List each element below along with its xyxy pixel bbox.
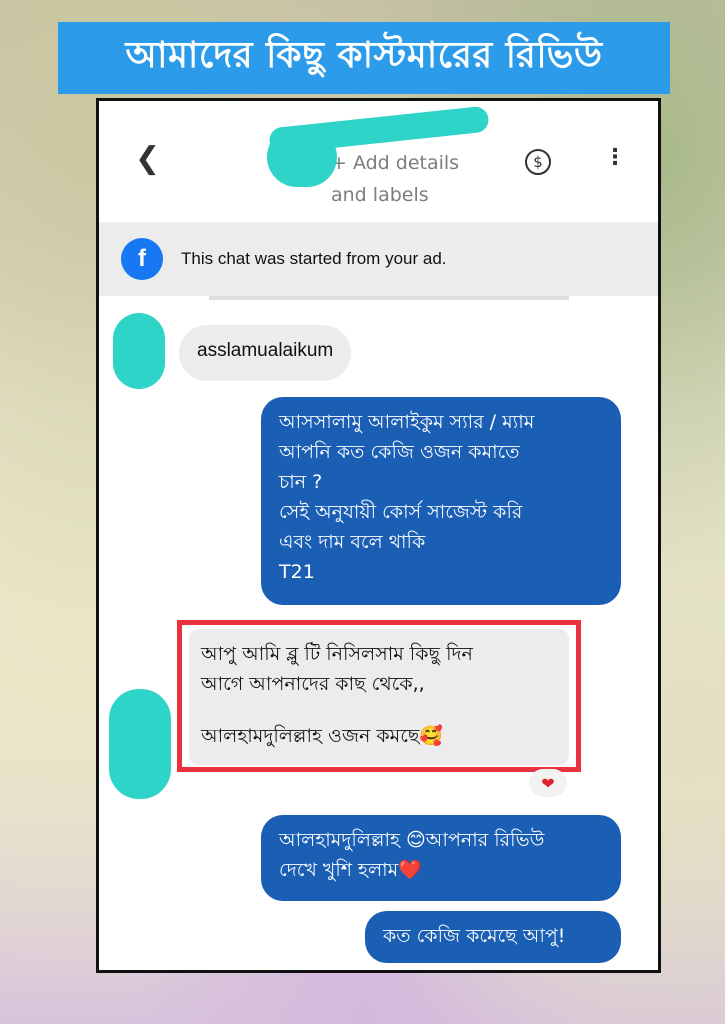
message-outgoing: কত কেজি কমেছে আপু! — [365, 911, 621, 963]
add-details-line2: and labels — [331, 184, 429, 206]
highlight-box — [177, 620, 581, 772]
chevron-left-icon[interactable]: ❮ — [135, 141, 160, 176]
message-line: সেই অনুযায়ী কোর্স সাজেস্ট করি — [279, 501, 523, 523]
message-line: T21 — [279, 561, 315, 583]
ad-notice: f This chat was started from your ad. — [99, 222, 658, 296]
message-line: asslamualaikum — [197, 340, 334, 361]
banner-title: আমাদের কিছু কাস্টমারের রিভিউ — [125, 35, 603, 76]
more-vertical-icon[interactable]: ⋮ — [604, 145, 626, 170]
heart-reaction-icon[interactable]: ❤ — [529, 769, 567, 797]
message-line: আসসালামু আলাইকুম স্যার / ম্যাম — [279, 411, 535, 433]
message-line: এবং দাম বলে থাকি — [279, 531, 426, 553]
phone-screenshot: ❮ + Add details and labels $ ⋮ f This ch… — [96, 98, 661, 973]
message-outgoing: আসসালামু আলাইকুম স্যার / ম্যাম আপনি কত ক… — [261, 397, 621, 605]
message-line: আপনি কত কেজি ওজন কমাতে — [279, 441, 520, 463]
message-line: চান ? — [279, 471, 323, 493]
add-details-link[interactable]: + Add details and labels — [331, 147, 501, 211]
divider — [209, 296, 569, 300]
facebook-icon: f — [121, 238, 163, 280]
ad-notice-text: This chat was started from your ad. — [181, 249, 447, 268]
dollar-icon[interactable]: $ — [525, 149, 551, 175]
message-outgoing: আলহামদুলিল্লাহ 😊আপনার রিভিউ দেখে খুশি হল… — [261, 815, 621, 901]
redaction-mark — [113, 313, 165, 389]
message-line: দেখে খুশি হলাম❤️ — [279, 859, 422, 881]
redaction-mark — [267, 127, 337, 187]
review-banner: আমাদের কিছু কাস্টমারের রিভিউ — [58, 22, 670, 94]
redaction-mark — [109, 689, 171, 799]
message-incoming: asslamualaikum — [179, 325, 352, 381]
message-line: আলহামদুলিল্লাহ 😊আপনার রিভিউ — [279, 829, 545, 851]
message-line: কত কেজি কমেছে আপু! — [383, 925, 566, 947]
add-details-line1: + Add details — [331, 152, 460, 174]
